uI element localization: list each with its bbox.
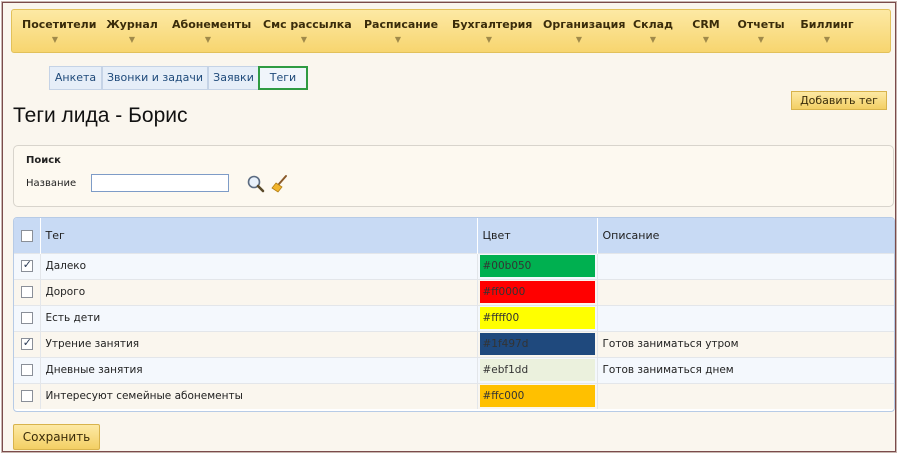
row-select-cell	[14, 382, 41, 409]
tab-tags[interactable]: Теги	[258, 66, 308, 90]
color-cell: #1f497d	[477, 330, 598, 357]
tag-name-cell: Дорого	[40, 278, 478, 305]
chevron-down-icon: ▼	[649, 35, 657, 44]
magnifier-icon[interactable]	[246, 174, 266, 194]
menu-item-reports[interactable]: Отчеты ▼	[737, 10, 785, 54]
chevron-down-icon: ▼	[823, 35, 831, 44]
menu-item-visitors[interactable]: Посетители ▼	[22, 10, 97, 54]
description-cell	[597, 278, 894, 305]
chevron-down-icon: ▼	[204, 35, 212, 44]
color-cell: #ffc000	[477, 382, 598, 409]
row-checkbox[interactable]	[20, 312, 33, 324]
menu-label: Расписание	[364, 18, 439, 31]
row-checkbox[interactable]	[20, 286, 33, 298]
menu-label: Биллинг	[800, 18, 854, 31]
tag-name-cell: Есть дети	[40, 304, 478, 331]
menu-item-sms[interactable]: Смс рассылка ▼	[263, 10, 352, 54]
chevron-down-icon: ▼	[51, 35, 59, 44]
column-header-tag[interactable]: Тег	[40, 218, 478, 253]
color-swatch: #ffc000	[479, 385, 595, 408]
description-cell: Готов заниматься утром	[597, 330, 894, 357]
tag-name-cell: Дневные занятия	[40, 356, 478, 383]
table-header-row: Тег Цвет Описание	[14, 218, 894, 253]
row-select-cell	[14, 356, 41, 383]
chevron-down-icon: ▼	[702, 35, 710, 44]
color-cell: #ffff00	[477, 304, 598, 331]
menu-label: Отчеты	[737, 18, 785, 31]
chevron-down-icon: ▼	[485, 35, 493, 44]
color-swatch: #ebf1dd	[479, 359, 595, 381]
description-cell	[597, 382, 894, 409]
row-select-cell	[14, 278, 41, 305]
menu-item-billing[interactable]: Биллинг ▼	[800, 10, 854, 54]
column-header-color[interactable]: Цвет	[477, 218, 598, 253]
tags-table: Тег Цвет Описание Далеко#00b050Дорого#ff…	[13, 217, 895, 412]
menu-item-accounting[interactable]: Бухгалтерия ▼	[452, 10, 533, 54]
row-select-cell	[14, 330, 41, 357]
color-swatch: #ffff00	[479, 307, 595, 329]
menu-item-schedule[interactable]: Расписание ▼	[364, 10, 439, 54]
menu-label: Склад	[633, 18, 673, 31]
table-row[interactable]: Утрение занятия#1f497dГотов заниматься у…	[14, 330, 894, 357]
tab-calls-tasks[interactable]: Звонки и задачи	[102, 66, 208, 90]
table-row[interactable]: Дневные занятия #ebf1dd Готов заниматься д…	[14, 356, 894, 383]
table-row[interactable]: Интересуют семейные абонементы #ffc000	[14, 382, 894, 409]
chevron-down-icon: ▼	[128, 35, 136, 44]
chevron-down-icon: ▼	[394, 35, 402, 44]
table-row[interactable]: Дорого #ff0000	[14, 278, 894, 305]
menu-label: Журнал	[106, 18, 158, 31]
color-swatch: #00b050	[479, 255, 595, 277]
row-checkbox[interactable]	[20, 336, 33, 350]
color-swatch: #ff0000	[479, 281, 595, 303]
broom-icon[interactable]	[270, 174, 290, 194]
tab-requests[interactable]: Заявки	[208, 66, 259, 90]
row-select-cell	[14, 304, 41, 331]
name-search-input[interactable]	[91, 174, 229, 192]
menu-item-organization[interactable]: Организация ▼	[543, 10, 626, 54]
tag-name-cell: Утрение занятия	[40, 330, 478, 357]
menu-label: Смс рассылка	[263, 18, 352, 31]
save-button[interactable]: Сохранить	[13, 424, 100, 450]
chevron-down-icon: ▼	[757, 35, 765, 44]
name-label: Название	[26, 178, 77, 189]
select-all-checkbox[interactable]	[20, 229, 33, 242]
color-cell: #00b050	[477, 252, 598, 279]
color-cell: #ebf1dd	[477, 356, 598, 383]
chevron-down-icon: ▼	[300, 35, 308, 44]
menu-label: CRM	[692, 18, 720, 31]
table-body: Далеко#00b050Дорого#ff0000Есть дети#ffff…	[14, 252, 894, 409]
top-menu: Посетители ▼ Журнал ▼ Абонементы ▼ Смс р…	[11, 9, 891, 53]
tag-name-cell: Интересуют семейные абонементы	[40, 382, 478, 409]
column-header-description[interactable]: Описание	[597, 218, 894, 253]
tab-profile[interactable]: Анкета	[49, 66, 102, 90]
color-cell: #ff0000	[477, 278, 598, 305]
page-frame: Посетители ▼ Журнал ▼ Абонементы ▼ Смс р…	[2, 2, 896, 452]
table-row[interactable]: Далеко#00b050	[14, 252, 894, 279]
menu-label: Посетители	[22, 18, 97, 31]
menu-label: Организация	[543, 18, 626, 31]
description-cell: Готов заниматься днем	[597, 356, 894, 383]
description-cell	[597, 252, 894, 279]
page-title: Теги лида - Борис	[13, 104, 188, 127]
row-checkbox[interactable]	[20, 364, 33, 376]
menu-item-crm[interactable]: CRM ▼	[688, 10, 724, 54]
chevron-down-icon: ▼	[575, 35, 583, 44]
tag-name-cell: Далеко	[40, 252, 478, 279]
select-all-cell	[14, 218, 41, 253]
search-panel: Поиск Название	[13, 145, 894, 207]
menu-item-journal[interactable]: Журнал ▼	[106, 10, 158, 54]
search-title: Поиск	[26, 155, 61, 166]
row-select-cell	[14, 252, 41, 279]
row-checkbox[interactable]	[20, 390, 33, 403]
menu-item-warehouse[interactable]: Склад ▼	[632, 10, 674, 54]
menu-label: Абонементы	[172, 18, 252, 31]
table-row[interactable]: Есть дети #ffff00	[14, 304, 894, 331]
color-swatch: #1f497d	[479, 333, 595, 355]
row-checkbox[interactable]	[20, 258, 33, 272]
description-cell	[597, 304, 894, 331]
menu-label: Бухгалтерия	[452, 18, 533, 31]
menu-item-subscriptions[interactable]: Абонементы ▼	[172, 10, 252, 54]
add-tag-button[interactable]: Добавить тег	[791, 91, 887, 110]
